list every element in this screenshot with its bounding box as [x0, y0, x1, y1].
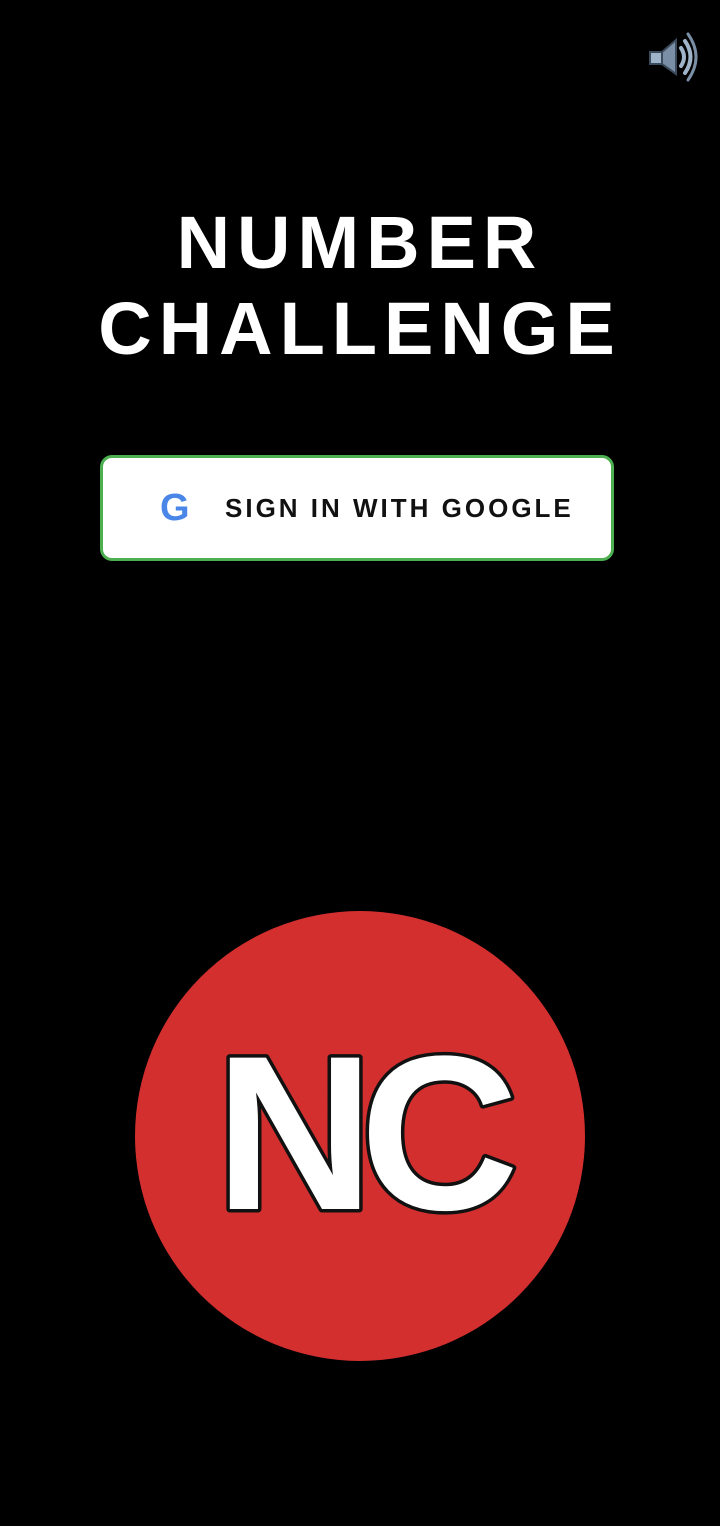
nc-logo: NC [135, 911, 585, 1361]
sign-in-label: SIGN IN WITH GOOGLE [225, 493, 574, 523]
speaker-volume-icon [649, 32, 698, 82]
logo-text: NC [215, 1010, 513, 1256]
sign-in-with-google-button[interactable]: G SIGN IN WITH GOOGLE [100, 455, 614, 561]
sound-toggle-button[interactable] [640, 26, 700, 82]
title-line-1: NUMBER [176, 201, 544, 284]
title-line-2: CHALLENGE [98, 287, 622, 370]
game-title: NUMBER CHALLENGE [0, 200, 720, 372]
google-icon: G [160, 487, 190, 529]
